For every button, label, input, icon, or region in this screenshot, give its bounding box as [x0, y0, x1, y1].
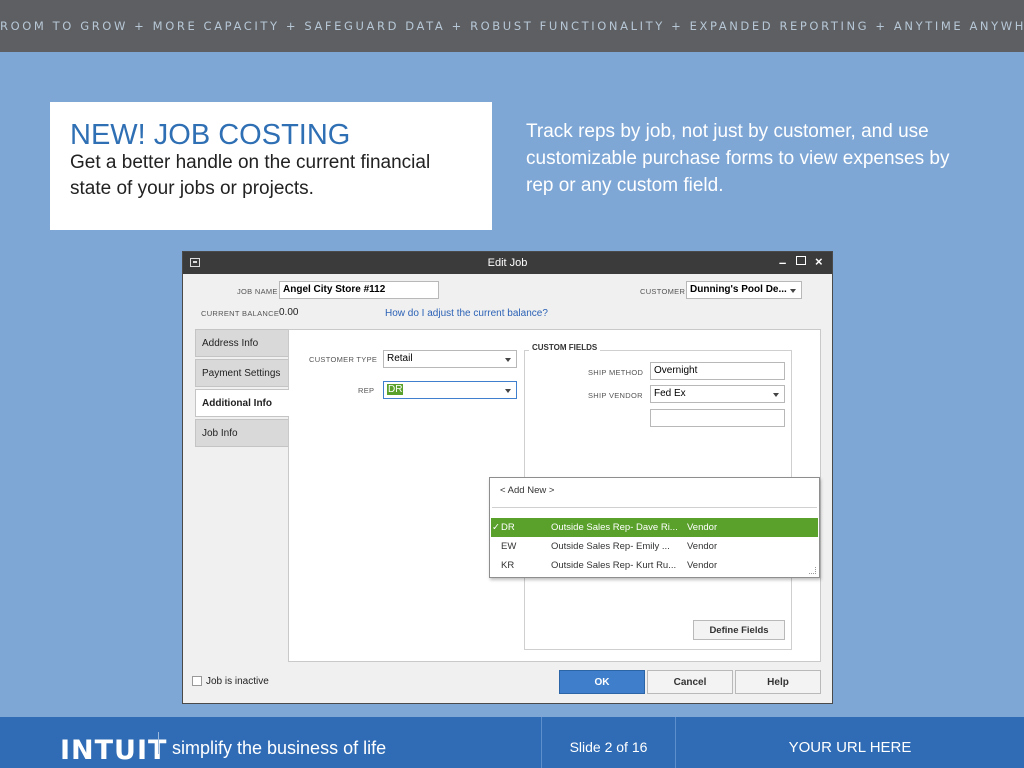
- customer-type-value: Retail: [387, 353, 413, 364]
- rep-name: Outside Sales Rep- Emily ...: [551, 541, 670, 552]
- dropdown-divider: [492, 507, 817, 508]
- ship-vendor-label: SHIP VENDOR: [588, 391, 643, 400]
- rep-type: Vendor: [687, 541, 718, 552]
- additional-info-panel: CUSTOMER TYPE Retail REP DR CUSTOM FIELD…: [288, 329, 821, 662]
- job-name-field[interactable]: Angel City Store #112: [279, 281, 439, 299]
- footer-bar: INTUIT simplify the business of life Sli…: [0, 717, 1024, 768]
- tab-payment-settings[interactable]: Payment Settings: [195, 359, 289, 387]
- tab-additional-info[interactable]: Additional Info: [195, 389, 289, 417]
- rep-select[interactable]: DR: [383, 381, 517, 399]
- headline-subtitle: Get a better handle on the current finan…: [70, 152, 431, 199]
- headline-new: NEW!: [70, 119, 146, 151]
- customer-type-label: CUSTOMER TYPE: [309, 355, 378, 364]
- edit-job-dialog: Edit Job – × JOB NAME Angel City Store #…: [182, 251, 833, 704]
- headline-title: NEW! JOB COSTING: [70, 120, 472, 150]
- close-icon[interactable]: ×: [815, 254, 823, 269]
- headline-box: NEW! JOB COSTING Get a better handle on …: [50, 102, 492, 230]
- customer-label: CUSTOMER: [640, 287, 686, 296]
- maximize-icon[interactable]: [796, 256, 806, 265]
- ship-vendor-value: Fed Ex: [654, 388, 686, 399]
- adjust-balance-link[interactable]: How do I adjust the current balance?: [385, 308, 548, 319]
- chevron-down-icon: [505, 358, 511, 362]
- logo-divider: [158, 732, 159, 754]
- side-description: Track reps by job, not just by customer,…: [526, 121, 950, 196]
- rep-name: Outside Sales Rep- Dave Ri...: [551, 522, 678, 533]
- slide-number: Slide 2 of 16: [569, 739, 648, 755]
- resize-grip-icon[interactable]: [809, 567, 816, 574]
- customer-select[interactable]: Dunning's Pool De...: [686, 281, 802, 299]
- add-new-rep-option[interactable]: < Add New >: [500, 485, 554, 496]
- rep-type: Vendor: [687, 522, 718, 533]
- rep-option-dr[interactable]: ✓ DR Outside Sales Rep- Dave Ri... Vendo…: [491, 518, 818, 537]
- tab-address-info[interactable]: Address Info: [195, 329, 289, 357]
- current-balance-label: CURRENT BALANCE: [201, 309, 280, 318]
- define-fields-button[interactable]: Define Fields: [693, 620, 785, 640]
- ok-button[interactable]: OK: [559, 670, 645, 694]
- top-banner: ROOM TO GROW + MORE CAPACITY + SAFEGUARD…: [0, 0, 1024, 52]
- cancel-button[interactable]: Cancel: [647, 670, 733, 694]
- chevron-down-icon: [790, 289, 796, 293]
- job-name-label: JOB NAME: [237, 287, 278, 296]
- intuit-logo: INTUIT: [60, 735, 168, 766]
- chevron-down-icon: [773, 393, 779, 397]
- current-balance-value: 0.00: [279, 307, 299, 318]
- dialog-title: Edit Job: [487, 257, 528, 269]
- footer-url[interactable]: YOUR URL HERE: [676, 739, 1024, 756]
- rep-option-kr[interactable]: KR Outside Sales Rep- Kurt Ru... Vendor: [491, 556, 818, 575]
- check-icon: ✓: [492, 522, 500, 533]
- job-inactive-checkbox[interactable]: [192, 676, 202, 686]
- footer-tagline: simplify the business of life: [172, 738, 387, 758]
- headline-feature: JOB COSTING: [153, 119, 351, 151]
- ship-vendor-select[interactable]: Fed Ex: [650, 385, 785, 403]
- rep-code: EW: [501, 541, 517, 552]
- help-button[interactable]: Help: [735, 670, 821, 694]
- rep-code: KR: [501, 560, 515, 571]
- rep-dropdown-list: < Add New > ✓ DR Outside Sales Rep- Dave…: [489, 477, 820, 578]
- job-inactive-label: Job is inactive: [206, 676, 269, 687]
- top-banner-text: ROOM TO GROW + MORE CAPACITY + SAFEGUARD…: [0, 19, 1024, 33]
- rep-value: DR: [387, 384, 404, 395]
- ship-method-field[interactable]: Overnight: [650, 362, 785, 380]
- tab-job-info[interactable]: Job Info: [195, 419, 289, 447]
- custom-fields-title: CUSTOM FIELDS: [529, 343, 601, 352]
- rep-name: Outside Sales Rep- Kurt Ru...: [551, 560, 677, 571]
- rep-type: Vendor: [687, 560, 718, 571]
- minimize-icon[interactable]: –: [779, 255, 786, 270]
- rep-option-ew[interactable]: EW Outside Sales Rep- Emily ... Vendor: [491, 537, 818, 556]
- chevron-down-icon: [505, 389, 511, 393]
- custom-field-3[interactable]: [650, 409, 785, 427]
- rep-label: REP: [358, 386, 375, 395]
- rep-code: DR: [501, 522, 515, 533]
- ship-method-label: SHIP METHOD: [588, 368, 644, 377]
- dialog-titlebar[interactable]: Edit Job – ×: [183, 252, 832, 274]
- customer-value: Dunning's Pool De...: [690, 284, 787, 295]
- customer-type-select[interactable]: Retail: [383, 350, 517, 368]
